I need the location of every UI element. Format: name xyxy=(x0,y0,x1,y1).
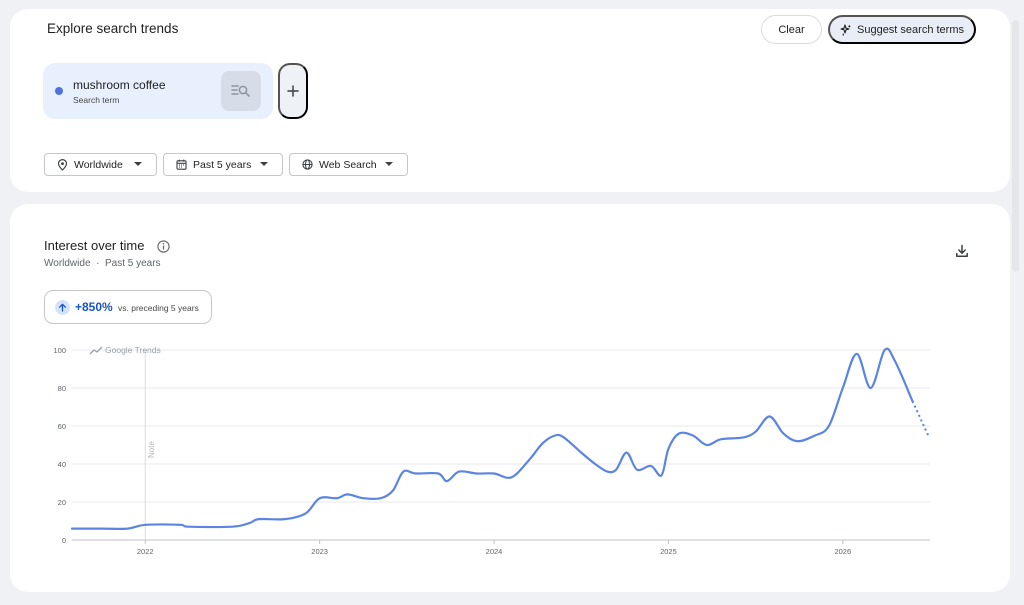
clear-button[interactable]: Clear xyxy=(761,15,822,44)
x-tick-label: 2025 xyxy=(660,547,677,556)
chevron-down-icon xyxy=(385,162,393,166)
x-tick-label: 2022 xyxy=(137,547,154,556)
x-tick-label: 2026 xyxy=(834,547,851,556)
watermark: Google Trends xyxy=(105,345,161,355)
term-subtitle: Search term xyxy=(73,95,120,105)
interest-over-time-panel: Interest over time Worldwide · Past 5 ye… xyxy=(10,204,1010,592)
suggest-search-terms-button[interactable]: Suggest search terms xyxy=(828,15,976,44)
time-range-filter-label: Past 5 years xyxy=(193,158,252,171)
y-tick-label: 80 xyxy=(58,384,66,393)
x-tick-label: 2023 xyxy=(311,547,328,556)
y-tick-label: 100 xyxy=(53,346,66,355)
series-partial-line xyxy=(911,400,930,436)
location-filter-label: Worldwide xyxy=(74,158,123,171)
search-property-filter[interactable]: Web Search xyxy=(289,153,408,176)
search-list-icon xyxy=(231,85,250,97)
interest-chart[interactable]: 0 20 40 60 80 100 2022 2023 2024 2025 2026 Note Goog… xyxy=(10,204,1010,592)
explore-panel: Explore search trends Clear Suggest sear… xyxy=(10,9,1010,192)
x-tick-label: 2024 xyxy=(486,547,503,556)
term-color-dot xyxy=(55,87,63,95)
note-label: Note xyxy=(147,441,156,458)
explore-title: Explore search trends xyxy=(47,21,179,36)
plus-icon xyxy=(287,85,299,97)
sparkle-icon xyxy=(840,23,851,36)
term-name: mushroom coffee xyxy=(73,78,166,92)
y-tick-label: 0 xyxy=(62,536,66,545)
calendar-icon xyxy=(176,159,187,170)
y-tick-label: 40 xyxy=(58,460,66,469)
y-tick-label: 60 xyxy=(58,422,66,431)
search-property-filter-label: Web Search xyxy=(319,158,377,171)
search-term-chip[interactable]: mushroom coffee Search term xyxy=(43,63,273,119)
page-scrollbar[interactable] xyxy=(1012,20,1019,272)
add-comparison-button[interactable] xyxy=(278,63,308,119)
chevron-down-icon xyxy=(134,162,142,166)
y-tick-label: 20 xyxy=(58,498,66,507)
location-filter[interactable]: Worldwide xyxy=(44,153,157,176)
term-options-button[interactable] xyxy=(221,71,261,111)
suggest-label: Suggest search terms xyxy=(857,23,964,36)
globe-icon xyxy=(302,159,313,170)
time-range-filter[interactable]: Past 5 years xyxy=(163,153,283,176)
location-pin-icon xyxy=(57,158,68,171)
chevron-down-icon xyxy=(260,162,268,166)
